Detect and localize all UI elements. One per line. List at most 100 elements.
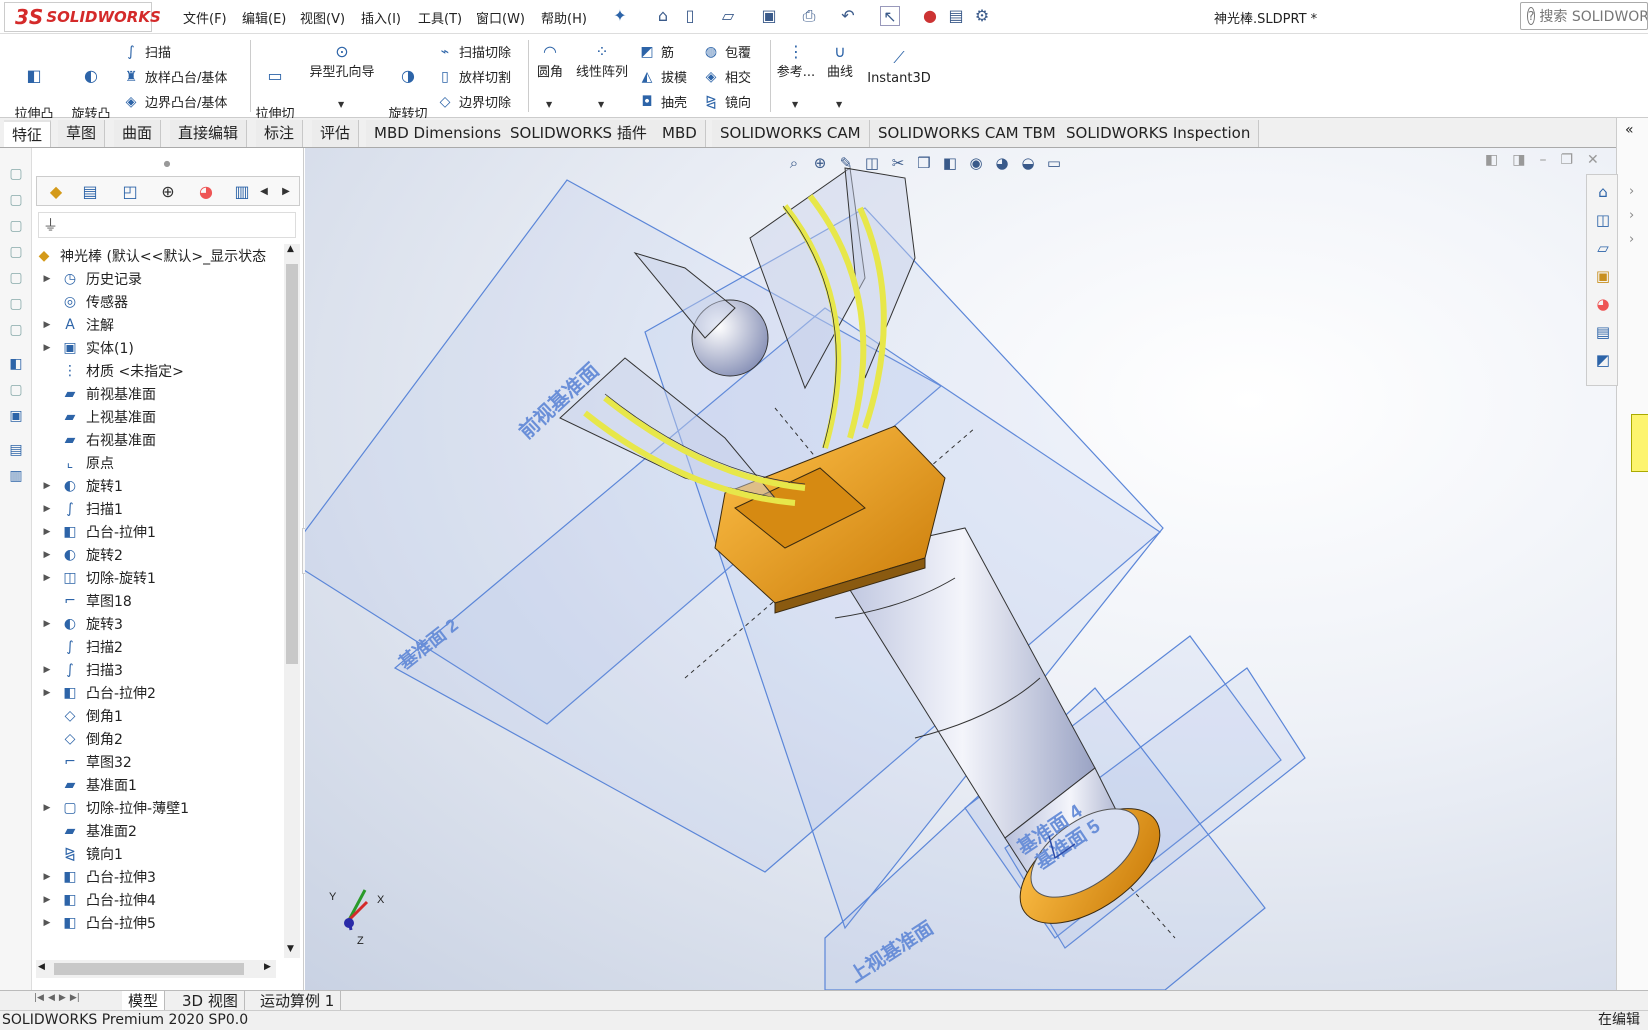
tree-item[interactable]: ▶ ▣ 实体(1) <box>32 336 282 360</box>
view-palette-icon[interactable]: ▣ <box>1592 265 1614 287</box>
expand-arrow-icon[interactable]: ▶ <box>40 550 54 560</box>
tab-nav-buttons[interactable]: |◀ ◀ ▶ ▶| <box>34 993 114 1009</box>
boundary-cut-button[interactable]: ◇ 边界切除 <box>436 92 511 112</box>
strip-tool-icon[interactable]: ▢ <box>6 164 26 184</box>
lofted-cut-button[interactable]: ▯ 放样切割 <box>436 67 511 87</box>
wrap-button[interactable]: ◍ 包覆 <box>702 42 751 62</box>
fillet-dropdown-icon[interactable]: ▼ <box>546 100 552 109</box>
sticky-note-yellow[interactable] <box>1631 414 1648 472</box>
file-properties-icon[interactable]: ▤ <box>946 6 966 26</box>
tree-item[interactable]: ⋮ 材质 <未指定> <box>32 359 282 383</box>
expand-arrow-icon[interactable]: ▶ <box>40 573 54 583</box>
hole-wizard-dropdown-icon[interactable]: ▼ <box>338 100 344 109</box>
loft-boss-button[interactable]: ♜ 放样凸台/基体 <box>122 67 228 87</box>
tab-sketch[interactable]: 草图 <box>58 120 106 147</box>
first-tab-icon[interactable]: |◀ <box>34 993 44 1009</box>
tree-item[interactable]: ⌞ 原点 <box>32 451 282 475</box>
tree-horizontal-scrollbar[interactable]: ◀ ▶ <box>36 960 276 978</box>
rebuild-icon[interactable]: ● <box>920 6 940 26</box>
rib-button[interactable]: ◩ 筋 <box>638 42 674 62</box>
next-tab-icon[interactable]: ▶ <box>59 993 66 1009</box>
edit-appearance-icon[interactable]: ◕ <box>991 152 1013 174</box>
intersect-button[interactable]: ◈ 相交 <box>702 67 751 87</box>
previous-view-icon[interactable]: ✎ <box>835 152 857 174</box>
tree-item[interactable]: ◇ 倒角1 <box>32 704 282 728</box>
strip-tool-icon[interactable]: ▢ <box>6 320 26 340</box>
tab-mbd[interactable]: MBD <box>654 120 706 147</box>
file-explorer-icon[interactable]: ▱ <box>1592 237 1614 259</box>
curves-dropdown-icon[interactable]: ▼ <box>836 100 842 109</box>
collapse-task-pane-icon[interactable]: « <box>1625 122 1634 138</box>
tree-item[interactable]: ▰ 右视基准面 <box>32 428 282 452</box>
tree-item[interactable]: ▶ ◧ 凸台-拉伸1 <box>32 520 282 544</box>
strip-tool-icon[interactable]: ▥ <box>6 466 26 486</box>
zoom-to-fit-icon[interactable]: ⌕ <box>783 152 805 174</box>
solidworks-logo[interactable]: 3S SOLIDWORKS <box>4 2 161 32</box>
last-tab-icon[interactable]: ▶| <box>70 993 80 1009</box>
tree-item[interactable]: ▶ ◐ 旋转1 <box>32 474 282 498</box>
strip-tool-icon[interactable]: ▤ <box>6 440 26 460</box>
tab-model[interactable]: 模型 <box>122 991 166 1011</box>
home-icon[interactable]: ⌂ <box>653 6 673 26</box>
undo-icon[interactable]: ↶ <box>838 6 858 26</box>
strip-tool-icon[interactable]: ▢ <box>6 242 26 262</box>
draft-button[interactable]: ◭ 拔模 <box>638 67 687 87</box>
reference-dropdown-icon[interactable]: ▼ <box>792 100 798 109</box>
tree-item[interactable]: ▶ ◧ 凸台-拉伸2 <box>32 681 282 705</box>
tree-item[interactable]: ▶ ◧ 凸台-拉伸5 <box>32 911 282 935</box>
tab-features[interactable]: 特征 <box>4 120 52 147</box>
tile-left-icon[interactable]: ◧ <box>1485 152 1498 168</box>
zoom-to-area-icon[interactable]: ⊕ <box>809 152 831 174</box>
tile-right-icon[interactable]: ◨ <box>1512 152 1525 168</box>
curves-button[interactable]: ∪ 曲线 <box>822 42 858 82</box>
apply-scene-icon[interactable]: ◒ <box>1017 152 1039 174</box>
tree-item[interactable]: ▰ 上视基准面 <box>32 405 282 429</box>
tree-item[interactable]: ⌐ 草图32 <box>32 750 282 774</box>
view-orientation-icon[interactable]: ❒ <box>913 152 935 174</box>
model-view-canvas[interactable]: 前视基准面 基准面 2 上视基准面 基准面 4 基准面 5 Y X Z <box>305 148 1616 990</box>
scroll-thumb[interactable] <box>286 264 298 664</box>
display-style-icon[interactable]: ◧ <box>939 152 961 174</box>
expand-arrow-icon[interactable]: ▶ <box>40 343 54 353</box>
fillet-button[interactable]: ◠ 圆角 <box>534 42 566 82</box>
menu-file[interactable]: 文件(F) <box>183 8 227 27</box>
tab-solidworks-inspection[interactable]: SOLIDWORKS Inspection <box>1058 120 1260 147</box>
menu-insert[interactable]: 插入(I) <box>361 8 401 27</box>
pin-icon[interactable]: ✦ <box>610 6 630 26</box>
feature-tree-tab-icon[interactable]: ◆ <box>43 180 69 204</box>
graphics-area[interactable]: 前视基准面 基准面 2 上视基准面 基准面 4 基准面 5 Y X Z ⌕ ⊕ … <box>305 148 1616 990</box>
save-icon[interactable]: ▣ <box>759 6 779 26</box>
search-box[interactable]: ? 搜索 SOLIDWORKS <box>1520 2 1648 30</box>
new-document-icon[interactable]: ▯ <box>680 6 700 26</box>
expand-arrow-icon[interactable]: ▶ <box>40 872 54 882</box>
tree-item[interactable]: ▰ 基准面2 <box>32 819 282 843</box>
scroll-down-icon[interactable]: ▼ <box>287 944 294 954</box>
minimize-icon[interactable]: – <box>1539 152 1546 168</box>
tree-item[interactable]: ▶ A 注解 <box>32 313 282 337</box>
tree-filter[interactable]: ⏚ <box>38 212 296 238</box>
tab-scroll-right-icon[interactable]: ▶ <box>273 180 299 204</box>
tab-surfaces[interactable]: 曲面 <box>114 120 162 147</box>
menu-help[interactable]: 帮助(H) <box>541 8 587 27</box>
tree-item[interactable]: ▶ ∫ 扫描3 <box>32 658 282 682</box>
expand-arrow-icon[interactable]: ▶ <box>40 274 54 284</box>
tree-vertical-scrollbar[interactable]: ▲ ▼ <box>284 244 300 958</box>
strip-tool-icon[interactable]: ▢ <box>6 190 26 210</box>
appearances-icon[interactable]: ◕ <box>1592 293 1614 315</box>
close-icon[interactable]: ✕ <box>1587 152 1599 168</box>
tree-item[interactable]: ▰ 前视基准面 <box>32 382 282 406</box>
expand-arrow-icon[interactable]: ▶ <box>40 527 54 537</box>
tree-item[interactable]: ◇ 倒角2 <box>32 727 282 751</box>
view-triad[interactable]: Y X Z <box>329 889 385 947</box>
configuration-manager-tab-icon[interactable]: ◰ <box>117 180 143 204</box>
hole-wizard-button[interactable]: ⊙ 异型孔向导 <box>304 42 380 82</box>
dynamic-annotation-icon[interactable]: ✂ <box>887 152 909 174</box>
tab-direct-editing[interactable]: 直接编辑 <box>170 120 248 147</box>
swept-cut-button[interactable]: ⌁ 扫描切除 <box>436 42 511 62</box>
linear-pattern-button[interactable]: ⁘ 线性阵列 <box>572 42 632 82</box>
tree-item[interactable]: ⌐ 草图18 <box>32 589 282 613</box>
print-icon[interactable]: ⎙ <box>799 6 819 26</box>
tree-item[interactable]: ▰ 基准面1 <box>32 773 282 797</box>
menu-tools[interactable]: 工具(T) <box>418 8 462 27</box>
chevron-right-icon[interactable]: › <box>1629 184 1634 199</box>
